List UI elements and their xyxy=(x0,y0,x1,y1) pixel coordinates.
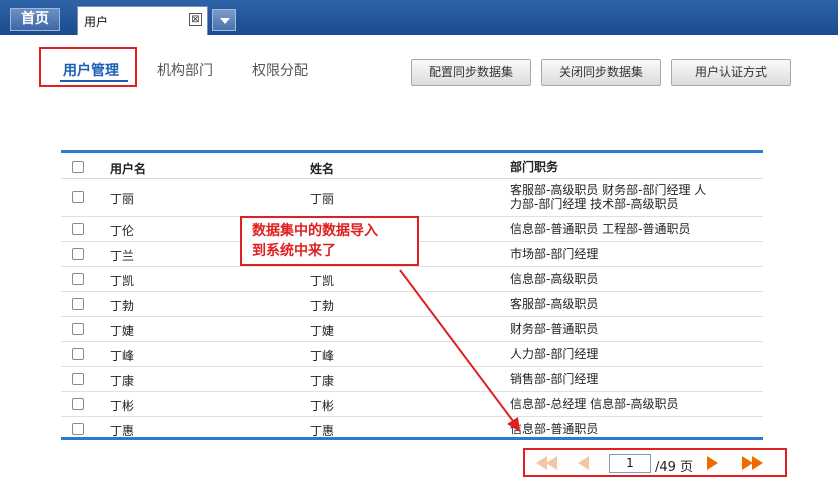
annotation-arrow-icon xyxy=(399,269,520,432)
pagination: 1 /49 页 xyxy=(523,448,787,477)
page-number-input[interactable]: 1 xyxy=(609,454,651,473)
page-total-label: /49 页 xyxy=(655,460,694,475)
